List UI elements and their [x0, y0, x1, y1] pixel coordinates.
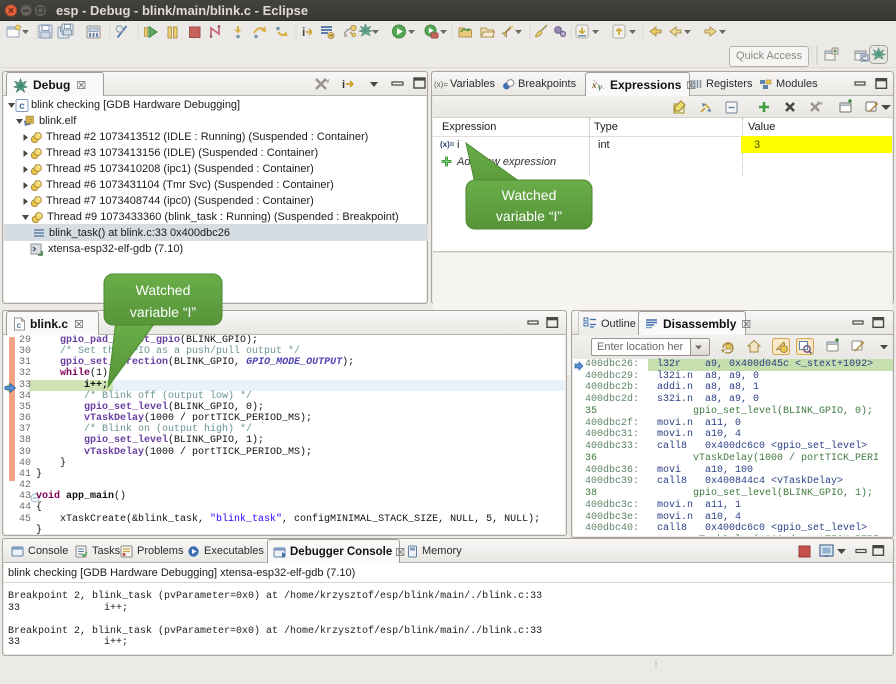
svg-text:i: i	[302, 25, 305, 39]
svg-text:c: c	[17, 322, 22, 331]
svg-text:y: y	[597, 82, 603, 91]
svg-text:(x)=: (x)=	[434, 80, 448, 89]
svg-text:c: c	[19, 102, 25, 113]
svg-text:C: C	[862, 57, 867, 63]
svg-text:i: i	[342, 79, 345, 91]
